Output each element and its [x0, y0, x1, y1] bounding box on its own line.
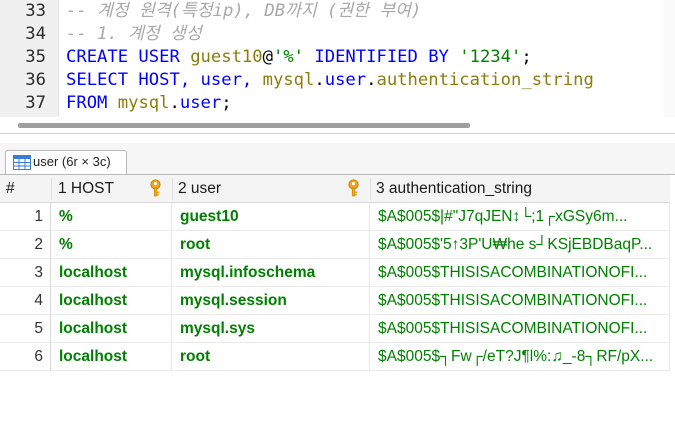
code-token: user [325, 70, 366, 90]
code-token: . [366, 70, 376, 90]
code-token: SELECT HOST, user, [66, 70, 263, 90]
user-cell[interactable]: guest10 [172, 203, 370, 231]
user-cell[interactable]: root [172, 343, 370, 371]
code-token: '%' [273, 47, 304, 67]
column-header-host[interactable]: 1 HOST [58, 175, 114, 202]
code-token: ; [521, 47, 531, 67]
table-row[interactable]: 2% root $A$005$'5↑3P'U₩he s┘KSjEBDBaqP... [0, 231, 670, 259]
code-text[interactable]: SELECT HOST, user, mysql.user.authentica… [66, 69, 594, 92]
column-divider[interactable] [172, 178, 173, 200]
line-number: 36 [0, 69, 46, 92]
table-grid-icon [13, 155, 31, 170]
code-text[interactable]: CREATE USER guest10@'%' IDENTIFIED BY '1… [66, 46, 532, 69]
line-number: 34 [0, 23, 46, 46]
auth-string-cell[interactable]: $A$005$|#"J7qJEN↕└;◀1┌xGSy6m... [370, 203, 670, 231]
sql-editor[interactable]: 33 -- 계정 원격(특정ip), DB까지 (권한 부여) 34 -- 1. 계정… [0, 0, 675, 117]
primary-key-icon [148, 179, 163, 197]
code-text[interactable]: -- 계정 원격(특정ip), DB까지 (권한 부여) [66, 0, 421, 23]
code-token: CREATE USER [66, 47, 190, 67]
column-header-authentication-string[interactable]: 3 authentication_string [376, 175, 532, 202]
user-cell[interactable]: mysql.session [172, 287, 370, 315]
host-cell[interactable]: localhost [51, 315, 172, 343]
column-header-user[interactable]: 2 user [178, 175, 221, 202]
panel-splitter[interactable] [0, 133, 675, 134]
code-token: . [314, 70, 324, 90]
rownum-header: # [6, 175, 15, 202]
row-number-cell: 3 [0, 259, 51, 287]
auth-string-cell[interactable]: $A$005$THISISACOMBINATIONOFI... [370, 315, 670, 343]
code-line[interactable]: 36 SELECT HOST, user, mysql.user.authenti… [0, 69, 675, 92]
user-cell[interactable]: mysql.infoschema [172, 259, 370, 287]
table-row[interactable]: 4 localhost mysql.session $A$005$THISISACOM… [0, 287, 670, 315]
code-text[interactable]: FROM mysql.user; [66, 92, 232, 115]
code-token: user [180, 93, 221, 113]
user-cell[interactable]: mysql.sys [172, 315, 370, 343]
table-row[interactable]: 1% guest10 $A$005$|#"J7qJEN↕└;◀1┌xGSy6m..… [0, 203, 670, 231]
host-cell[interactable]: localhost [51, 287, 172, 315]
row-number-cell: 6 [0, 343, 51, 371]
host-cell[interactable]: % [51, 203, 172, 231]
column-divider[interactable] [370, 178, 371, 200]
line-number: 35 [0, 46, 46, 69]
row-number-cell: 2 [0, 231, 51, 259]
user-cell[interactable]: root [172, 231, 370, 259]
line-number: 37 [0, 92, 46, 115]
code-token: authentication_string [376, 70, 593, 90]
auth-string-cell[interactable]: $A$005$THISISACOMBINATIONOFI... [370, 287, 670, 315]
result-tab-user[interactable]: user (6r × 3c) [5, 150, 127, 174]
code-token: @ [263, 47, 273, 67]
code-token: mysql [263, 70, 315, 90]
host-cell[interactable]: localhost [51, 343, 172, 371]
result-tab-bar: user (6r × 3c) [0, 143, 675, 175]
column-divider[interactable] [51, 178, 52, 200]
row-number-cell: 5 [0, 315, 51, 343]
table-row[interactable]: 6 localhost root $A$005$┐Fw┌/eT?J¶l%:♫_-8┐R… [0, 343, 670, 371]
code-token: '1234' [459, 47, 521, 67]
code-token: ; [221, 93, 231, 113]
editor-vertical-scrollbar[interactable] [663, 0, 675, 117]
row-number-cell: 4 [0, 287, 51, 315]
line-number: 33 [0, 0, 46, 23]
code-line[interactable]: 34 -- 1. 계정 생성 [0, 23, 675, 46]
table-row[interactable]: 3 localhost mysql.infoschema $A$005$THISISA… [0, 259, 670, 287]
code-line[interactable]: 33 -- 계정 원격(특정ip), DB까지 (권한 부여) [0, 0, 675, 23]
row-number-cell: 1 [0, 203, 51, 231]
code-line[interactable]: 35 CREATE USER guest10@'%' IDENTIFIED BY … [0, 46, 675, 69]
host-cell[interactable]: % [51, 231, 172, 259]
auth-string-cell[interactable]: $A$005$┐Fw┌/eT?J¶l%:♫_-8┐RF/pX... [370, 343, 670, 371]
code-token: mysql [118, 93, 170, 113]
grid-header: # 1 HOST 2 user 3 authentication_string [0, 175, 670, 203]
host-cell[interactable]: localhost [51, 259, 172, 287]
code-line[interactable]: 37 FROM mysql.user; [0, 92, 675, 115]
code-token: -- 계정 원격(특정ip), DB까지 (권한 부여) [66, 1, 421, 21]
table-row[interactable]: 5 localhost mysql.sys $A$005$THISISACOMBINA… [0, 315, 670, 343]
code-token: -- 1. 계정 생성 [66, 24, 202, 44]
code-text[interactable]: -- 1. 계정 생성 [66, 23, 202, 46]
auth-string-cell[interactable]: $A$005$'5↑3P'U₩he s┘KSjEBDBaqP... [370, 231, 670, 259]
code-token: IDENTIFIED BY [304, 47, 459, 67]
auth-string-cell[interactable]: $A$005$THISISACOMBINATIONOFI... [370, 259, 670, 287]
primary-key-icon [346, 179, 361, 197]
code-token: . [170, 93, 180, 113]
code-token: guest10 [190, 47, 262, 67]
code-token: FROM [66, 93, 118, 113]
editor-horizontal-scrollbar-thumb[interactable] [18, 123, 470, 128]
result-tab-label: user (6r × 3c) [33, 154, 111, 169]
